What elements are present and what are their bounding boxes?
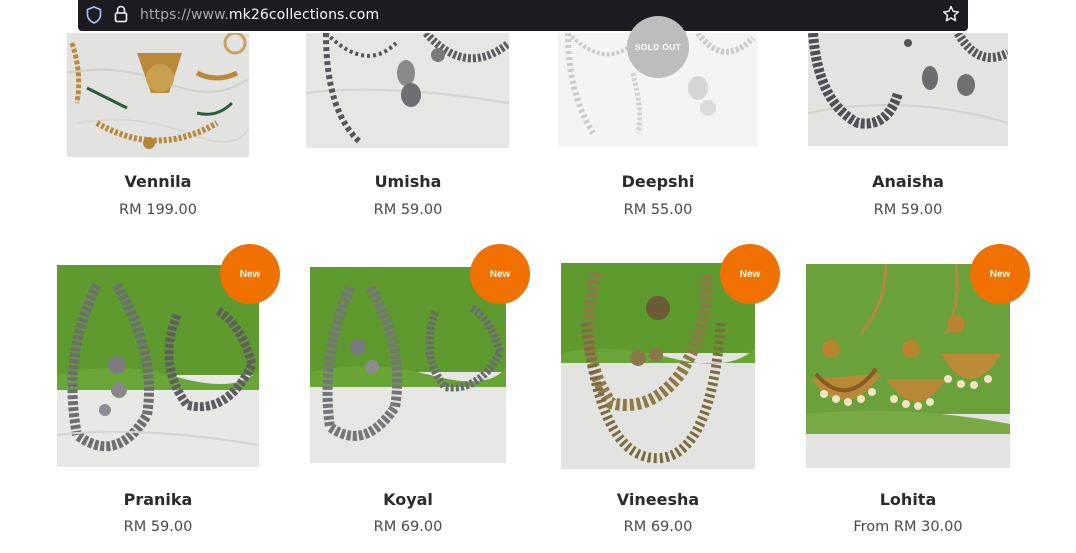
product-price: RM 69.00 [373, 519, 443, 535]
product-card-vineesha[interactable]: New Vineesha RM 69.00 [538, 240, 780, 550]
product-price: RM 59.00 [873, 202, 943, 218]
product-image[interactable] [67, 33, 249, 157]
product-price: RM 55.00 [623, 202, 693, 218]
product-image[interactable] [561, 263, 755, 469]
new-badge: New [970, 244, 1030, 304]
product-image[interactable] [310, 267, 506, 463]
product-name[interactable]: Anaisha [788, 172, 1028, 191]
product-card-umisha[interactable]: Umisha RM 59.00 [288, 0, 528, 230]
product-name[interactable]: Lohita [788, 490, 1028, 509]
product-card-lohita[interactable]: New Lohita From RM 30.00 [788, 240, 1030, 550]
sold-out-badge: SOLD OUT [627, 16, 689, 78]
product-card-vennila[interactable]: Vennila RM 199.00 [38, 0, 278, 230]
product-card-pranika[interactable]: New Pranika RM 59.00 [38, 240, 280, 550]
product-price: RM 59.00 [373, 202, 443, 218]
product-price: From RM 30.00 [853, 519, 963, 535]
product-price: RM 199.00 [119, 202, 197, 218]
product-price: RM 59.00 [123, 519, 193, 535]
product-image[interactable] [306, 33, 509, 148]
new-badge: New [220, 244, 280, 304]
product-card-anaisha[interactable]: Anaisha RM 59.00 [788, 0, 1028, 230]
product-name[interactable]: Deepshi [538, 172, 778, 191]
product-price: RM 69.00 [623, 519, 693, 535]
silver-haram-photo [310, 267, 506, 463]
product-card-deepshi[interactable]: SOLD OUT Deepshi RM 55.00 [538, 0, 778, 230]
product-name[interactable]: Umisha [288, 172, 528, 191]
oxidised-set-photo [808, 33, 1008, 146]
antique-gold-haram-photo [561, 263, 755, 469]
product-name[interactable]: Vennila [38, 172, 278, 191]
product-card-koyal[interactable]: New Koyal RM 69.00 [288, 240, 530, 550]
oxidised-necklace-photo [306, 33, 509, 148]
product-name[interactable]: Vineesha [538, 490, 778, 509]
jewellery-set-photo [67, 33, 249, 157]
product-name[interactable]: Koyal [288, 490, 528, 509]
product-image[interactable] [808, 33, 1008, 146]
new-badge: New [720, 244, 780, 304]
new-badge: New [470, 244, 530, 304]
product-name[interactable]: Pranika [38, 490, 278, 509]
